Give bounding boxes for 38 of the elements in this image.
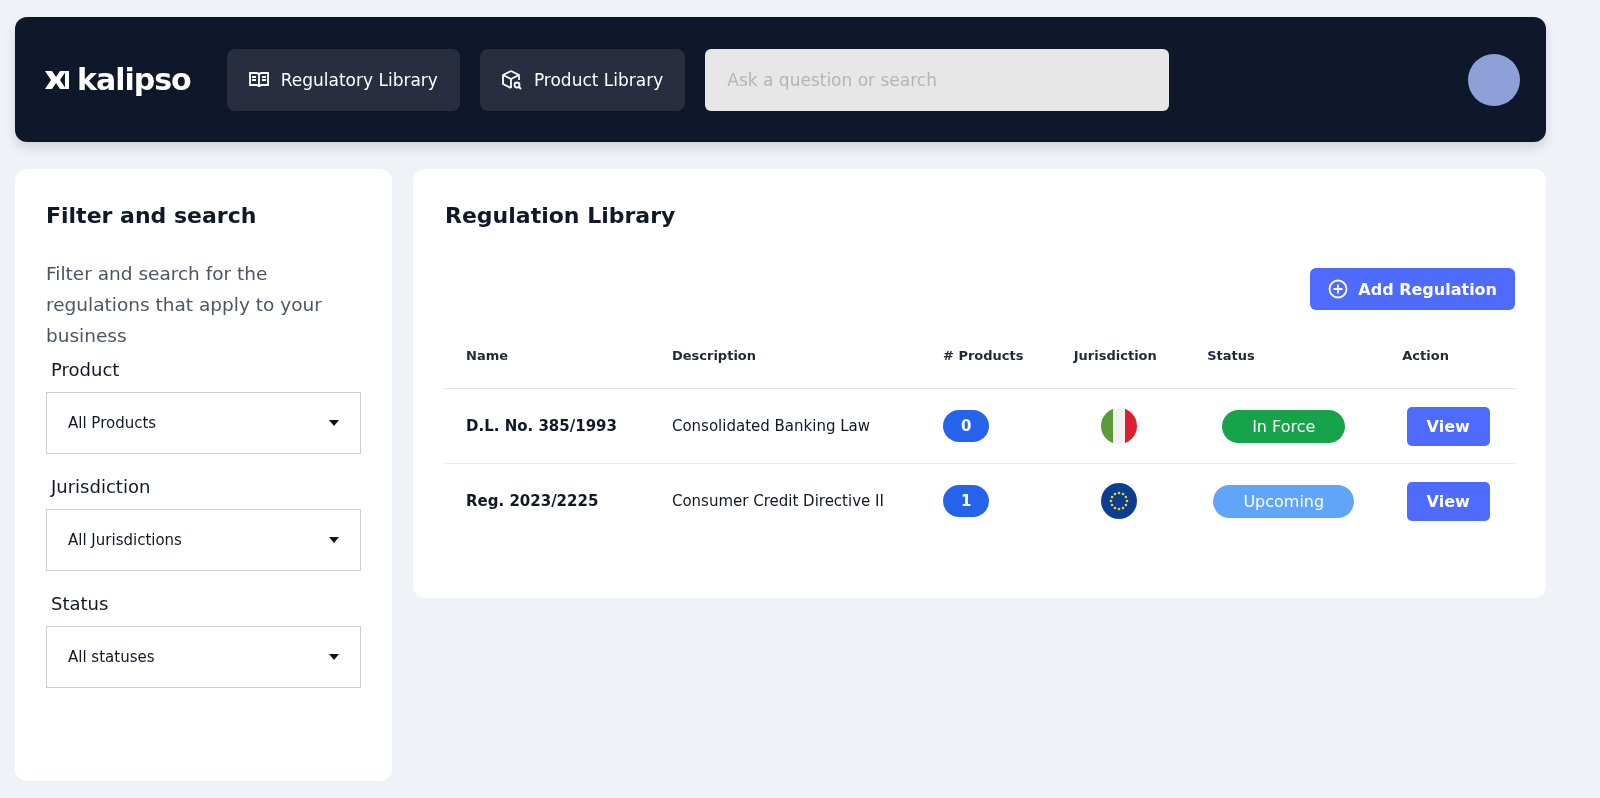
- caret-icon: [329, 654, 339, 660]
- avatar[interactable]: [1468, 53, 1520, 106]
- caret-icon: [329, 537, 339, 543]
- regulation-name: Reg. 2023/2225: [466, 492, 599, 510]
- view-button[interactable]: View: [1406, 406, 1490, 446]
- flag-icon: [1101, 408, 1138, 444]
- view-button[interactable]: View: [1406, 481, 1490, 521]
- add-regulation-button[interactable]: Add Regulation: [1310, 268, 1515, 310]
- product-count: 1: [943, 485, 990, 517]
- regulation-name: D.L. No. 385/1993: [466, 417, 617, 435]
- box-search-icon: [501, 69, 522, 90]
- column-header: Action: [1402, 348, 1449, 363]
- nav-button[interactable]: Regulatory Library: [226, 48, 460, 111]
- filter-dropdown[interactable]: All statuses: [46, 626, 361, 688]
- book-icon: [248, 70, 269, 89]
- flag-icon: [1101, 483, 1138, 519]
- plus-circle-icon: [1328, 279, 1349, 299]
- panel-description: Filter and search for the regulations that apply to your business: [46, 262, 323, 348]
- regulation-description: Consumer Credit Directive II: [671, 492, 884, 510]
- filter-dropdown[interactable]: All Products: [46, 392, 361, 454]
- logo-text: kalipso: [77, 62, 191, 97]
- column-header: Name: [466, 348, 508, 363]
- filter-dropdown[interactable]: All Jurisdictions: [46, 509, 361, 571]
- regulation-description: Consolidated Banking Law: [671, 417, 870, 435]
- caret-icon: [329, 420, 339, 426]
- panel-title: Regulation Library: [445, 203, 677, 228]
- column-header: Jurisdiction: [1073, 348, 1157, 363]
- filter-label: Jurisdiction: [51, 476, 152, 497]
- status-badge: Upcoming: [1213, 484, 1355, 518]
- column-header: Description: [671, 348, 757, 363]
- column-header: # Products: [943, 348, 1024, 363]
- product-count: 0: [943, 410, 990, 442]
- status-badge: In Force: [1222, 409, 1346, 443]
- column-header: Status: [1207, 348, 1255, 363]
- filter-label: Product: [51, 359, 121, 380]
- panel-title: Filter and search: [46, 203, 258, 228]
- nav-button[interactable]: Product Library: [479, 48, 686, 111]
- filter-label: Status: [51, 593, 110, 614]
